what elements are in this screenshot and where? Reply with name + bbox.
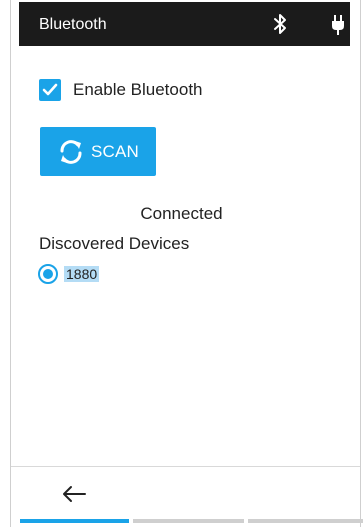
page-title: Bluetooth	[39, 16, 107, 33]
back-button[interactable]	[58, 482, 90, 506]
scan-label: SCAN	[90, 141, 140, 161]
refresh-icon	[60, 139, 82, 164]
tab-indicator[interactable]	[133, 519, 244, 523]
tab-indicator-active[interactable]	[20, 519, 129, 523]
bluetooth-icon	[274, 14, 286, 34]
device-radio[interactable]	[38, 264, 58, 284]
connection-status: Connected	[140, 204, 223, 223]
radio-selected-dot	[43, 269, 53, 279]
scan-button[interactable]: SCAN	[40, 127, 156, 176]
enable-bluetooth-label: Enable Bluetooth	[73, 80, 203, 99]
checkmark-icon	[42, 83, 58, 96]
enable-bluetooth-checkbox[interactable]	[39, 79, 61, 101]
device-name: 1880	[64, 266, 100, 282]
device-list-item[interactable]: 1880	[38, 264, 100, 284]
tab-indicator-bar	[20, 519, 363, 523]
discovered-devices-heading: Discovered Devices	[39, 234, 190, 253]
enable-bluetooth-toggle[interactable]: Enable Bluetooth	[39, 78, 203, 102]
tab-indicator[interactable]	[248, 519, 363, 523]
plug-icon	[332, 15, 344, 35]
title-bar: Bluetooth	[19, 2, 350, 46]
arrow-left-icon	[63, 486, 86, 502]
bottom-divider	[11, 466, 360, 467]
